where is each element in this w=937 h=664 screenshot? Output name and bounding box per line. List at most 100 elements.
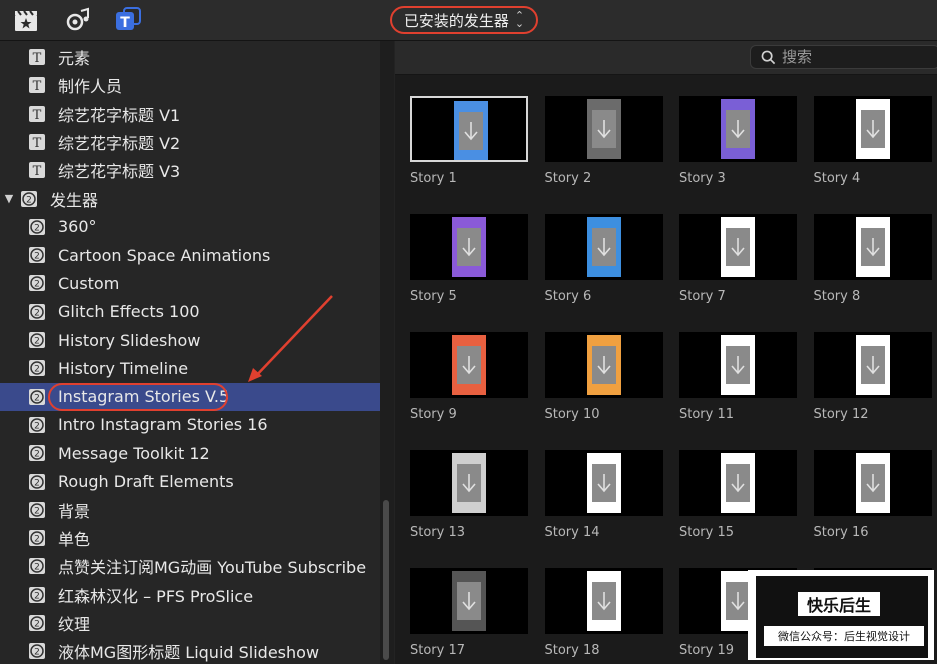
sidebar-title-item[interactable]: T 元素 (0, 43, 380, 71)
search-input[interactable] (782, 48, 922, 66)
placeholder-download-icon (726, 582, 750, 620)
story-thumbnail[interactable]: Story 1 (410, 96, 528, 186)
thumbnail-preview[interactable] (679, 332, 797, 398)
story-thumbnail[interactable]: Story 9 (410, 332, 528, 422)
story-thumbnail[interactable]: Story 5 (410, 214, 528, 304)
generator-icon: 2 (28, 586, 46, 604)
sidebar-title-item[interactable]: T 综艺花字标题 V2 (0, 128, 380, 156)
sidebar-generator-item[interactable]: 2 点赞关注订阅MG动画 YouTube Subscribe (0, 552, 380, 580)
placeholder-download-icon (726, 228, 750, 266)
phone-preview (452, 453, 486, 513)
thumbnail-preview[interactable] (813, 96, 932, 162)
thumbnail-preview[interactable] (813, 214, 932, 280)
sidebar-generator-item[interactable]: 2 Message Toolkit 12 (0, 439, 380, 467)
watermark: 快乐后生 微信公众号：后生视觉设计 (748, 570, 934, 660)
story-thumbnail[interactable]: Story 4 (813, 96, 932, 186)
generator-icon: 2 (28, 388, 46, 406)
sidebar-generator-item[interactable]: 2 单色 (0, 524, 380, 552)
thumbnail-preview[interactable] (544, 332, 663, 398)
generator-icon: 2 (28, 501, 46, 519)
sidebar-generator-item[interactable]: 2 History Timeline (0, 354, 380, 382)
thumbnail-preview[interactable] (544, 568, 663, 634)
story-thumbnail[interactable]: Story 7 (679, 214, 797, 304)
installed-generators-popup[interactable]: 已安装的发生器 ⌃ ⌄ (390, 6, 538, 34)
thumbnail-preview[interactable] (410, 332, 528, 398)
story-thumbnail[interactable]: Story 10 (544, 332, 663, 422)
sidebar-generators-header[interactable]: ▼ 2 发生器 (0, 185, 380, 213)
story-thumbnail[interactable]: Story 2 (544, 96, 663, 186)
phone-preview (855, 335, 890, 395)
story-thumbnail[interactable]: Story 12 (813, 332, 932, 422)
thumbnail-preview[interactable] (679, 96, 797, 162)
thumbnail-preview[interactable] (410, 568, 528, 634)
sidebar-item-label: 单色 (58, 530, 91, 550)
placeholder-download-icon (591, 464, 616, 502)
sidebar-title-item[interactable]: T 综艺花字标题 V3 (0, 156, 380, 184)
phone-preview (586, 99, 621, 159)
placeholder-download-icon (591, 110, 616, 148)
thumbnail-preview[interactable] (544, 214, 663, 280)
story-thumbnail[interactable]: Story 3 (679, 96, 797, 186)
story-thumbnail[interactable]: Story 11 (679, 332, 797, 422)
story-thumbnail[interactable]: Story 18 (544, 568, 663, 658)
search-icon (761, 50, 776, 64)
sidebar-generator-item[interactable]: 2 360° (0, 213, 380, 241)
story-thumbnail[interactable]: Story 16 (813, 450, 932, 540)
thumbnail-label: Story 7 (679, 289, 726, 304)
disclosure-triangle-icon[interactable]: ▼ (4, 192, 14, 205)
story-thumbnail[interactable]: Story 13 (410, 450, 528, 540)
sidebar-title-item[interactable]: T 制作人员 (0, 71, 380, 99)
sidebar-generator-item[interactable]: 2 纹理 (0, 609, 380, 637)
svg-text:T: T (33, 108, 42, 123)
story-thumbnail[interactable]: Story 14 (544, 450, 663, 540)
titles-generators-icon[interactable]: T (114, 6, 142, 34)
thumbnail-preview[interactable] (679, 214, 797, 280)
svg-text:2: 2 (34, 252, 40, 262)
generator-icon: 2 (28, 274, 46, 292)
thumbnail-label: Story 2 (544, 171, 592, 186)
svg-text:T: T (33, 136, 42, 151)
generator-icon: 2 (28, 444, 46, 462)
thumbnail-preview[interactable] (410, 450, 528, 516)
sidebar-generator-item[interactable]: 2 History Slideshow (0, 326, 380, 354)
story-thumbnail[interactable]: Story 17 (410, 568, 528, 658)
sidebar-generator-item[interactable]: 2 Intro Instagram Stories 16 (0, 411, 380, 439)
sidebar-generator-item[interactable]: 2 红森林汉化 – PFS ProSlice (0, 581, 380, 609)
sidebar-item-label: Cartoon Space Animations (58, 245, 271, 265)
thumbnail-preview[interactable] (544, 96, 663, 162)
story-thumbnail[interactable]: Story 15 (679, 450, 797, 540)
sidebar-title-item[interactable]: T 综艺花字标题 V1 (0, 100, 380, 128)
sidebar-generator-item[interactable]: 2 液体MG图形标题 Liquid Slideshow (0, 637, 380, 664)
placeholder-download-icon (726, 110, 750, 148)
sidebar-scrollbar[interactable] (383, 500, 389, 660)
sidebar-item-label: 液体MG图形标题 Liquid Slideshow (58, 643, 320, 663)
svg-text:2: 2 (34, 393, 40, 403)
thumbnail-preview[interactable] (679, 450, 797, 516)
generator-icon: 2 (28, 303, 46, 321)
popup-title-label: 已安装的发生器 (403, 11, 509, 30)
title-t-icon: T (28, 48, 46, 66)
camera-music-icon[interactable] (64, 6, 92, 34)
story-thumbnail[interactable]: Story 8 (813, 214, 932, 304)
sidebar-generator-item[interactable]: 2 Custom (0, 269, 380, 297)
placeholder-download-icon (860, 110, 885, 148)
thumbnail-preview[interactable] (813, 450, 932, 516)
sidebar-generator-item[interactable]: 2 Cartoon Space Animations (0, 241, 380, 269)
thumbnail-preview[interactable] (813, 332, 932, 398)
svg-text:2: 2 (34, 450, 40, 460)
svg-text:T: T (120, 15, 130, 31)
sidebar-generator-item[interactable]: 2 Instagram Stories V.5 (0, 382, 380, 411)
sidebar-generator-item[interactable]: 2 Rough Draft Elements (0, 468, 380, 496)
search-bar-area (395, 41, 937, 75)
sidebar-generator-item[interactable]: 2 Glitch Effects 100 (0, 298, 380, 326)
sidebar-generator-item[interactable]: 2 背景 (0, 496, 380, 524)
thumbnail-preview[interactable] (410, 214, 528, 280)
phone-preview (855, 217, 890, 277)
placeholder-download-icon (591, 228, 616, 266)
thumbnail-preview[interactable] (410, 96, 528, 162)
clapper-star-icon[interactable] (12, 6, 40, 34)
story-thumbnail[interactable]: Story 6 (544, 214, 663, 304)
search-box[interactable] (750, 45, 937, 69)
thumbnail-preview[interactable] (544, 450, 663, 516)
svg-text:2: 2 (34, 478, 40, 488)
